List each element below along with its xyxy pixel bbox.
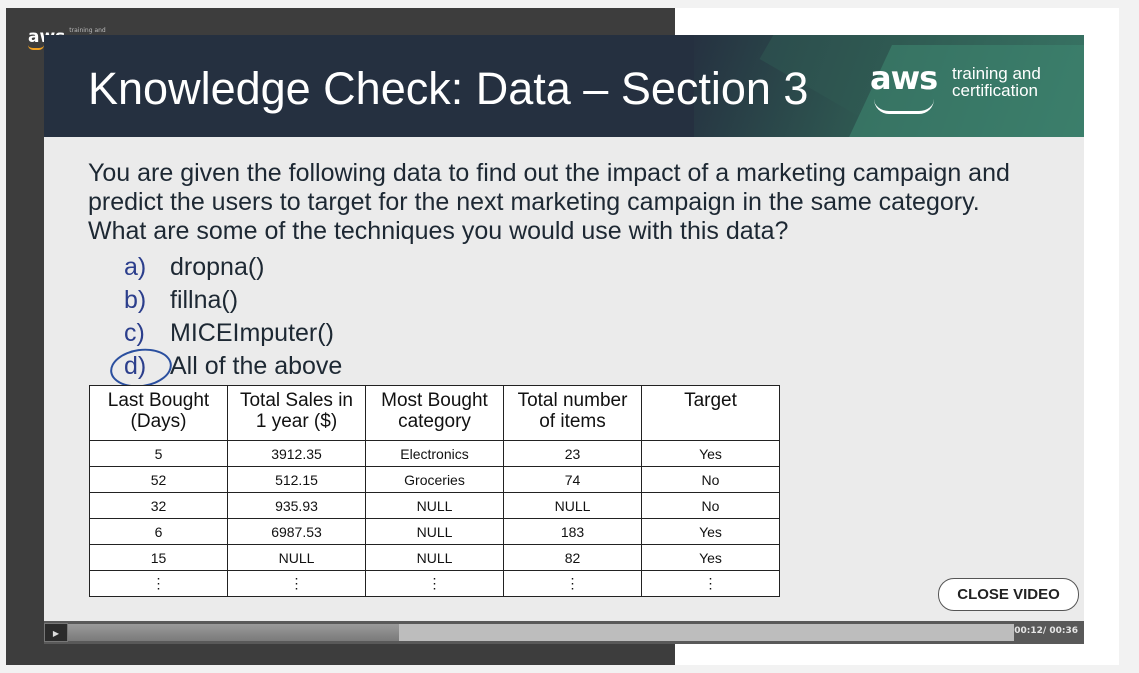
slide-title: Knowledge Check: Data – Section 3 xyxy=(88,63,809,114)
table-row: 6 6987.53 NULL 183 Yes xyxy=(89,518,780,545)
table-cell: 5 xyxy=(89,440,228,467)
table-cell: 52 xyxy=(89,466,228,493)
table-cell: Yes xyxy=(641,440,780,467)
play-icon: ▶ xyxy=(52,629,60,638)
option-letter: b) xyxy=(124,286,147,314)
table-cell: NULL xyxy=(227,544,366,571)
option-text: MICEImputer() xyxy=(170,319,334,347)
table-cell: 74 xyxy=(503,466,642,493)
table-row: 5 3912.35 Electronics 23 Yes xyxy=(89,440,780,467)
option-c: c) MICEImputer() xyxy=(124,317,342,350)
question-text: You are given the following data to find… xyxy=(88,159,1038,246)
aws-logo-line2: certification xyxy=(952,81,1038,100)
table-cell: 6987.53 xyxy=(227,518,366,545)
table-cell: ⋮ xyxy=(227,570,366,597)
table-cell: 512.15 xyxy=(227,466,366,493)
option-text: All of the above xyxy=(170,352,343,380)
table-row: 15 NULL NULL 82 Yes xyxy=(89,544,780,571)
answer-options: a) dropna() b) fillna() c) MICEImputer() d)… xyxy=(107,251,343,392)
table-cell: No xyxy=(641,492,780,519)
aws-logo-tagline: training and certification xyxy=(952,65,1041,99)
table-cell: Yes xyxy=(641,518,780,545)
question-prompt: What are some of the techniques you woul… xyxy=(88,217,789,245)
table-cell: ⋮ xyxy=(641,570,780,597)
option-text: fillna() xyxy=(170,286,239,314)
column-header: Total Sales in 1 year ($) xyxy=(227,385,366,441)
table-cell: 32 xyxy=(89,492,228,519)
table-cell: 82 xyxy=(503,544,642,571)
column-header: Most Bought category xyxy=(365,385,504,441)
option-text: dropna() xyxy=(170,253,265,281)
video-player-controls: ▶ 00:12/ 00:36 xyxy=(44,621,1084,644)
progress-bar-fill xyxy=(68,624,400,641)
table-cell: NULL xyxy=(365,492,504,519)
aws-logo-text: aws xyxy=(870,59,938,97)
table-row: ⋮ ⋮ ⋮ ⋮ ⋮ xyxy=(89,570,780,597)
column-header: Total number of items xyxy=(503,385,642,441)
time-readout: 00:12/ 00:36 xyxy=(1014,626,1078,636)
column-header: Last Bought (Days) xyxy=(89,385,228,441)
table-cell: 3912.35 xyxy=(227,440,366,467)
option-a: a) dropna() xyxy=(124,251,342,284)
table-cell: ⋮ xyxy=(89,570,228,597)
table-cell: NULL xyxy=(365,518,504,545)
table-cell: NULL xyxy=(503,492,642,519)
data-table: Last Bought (Days) Total Sales in 1 year (… xyxy=(89,385,780,597)
table-cell: 183 xyxy=(503,518,642,545)
aws-training-logo: aws training and certification xyxy=(870,59,1041,114)
table-cell: ⋮ xyxy=(503,570,642,597)
slide-header: Knowledge Check: Data – Section 3 aws tr… xyxy=(44,35,1084,137)
question-context: You are given the following data to find… xyxy=(88,159,1010,216)
table-cell: No xyxy=(641,466,780,493)
aws-logo-line1: training and xyxy=(952,64,1041,83)
aws-smile-icon xyxy=(28,45,44,50)
close-video-button[interactable]: CLOSE VIDEO xyxy=(938,578,1079,611)
table-cell: ⋮ xyxy=(365,570,504,597)
progress-bar[interactable] xyxy=(68,624,1014,641)
table-cell: 23 xyxy=(503,440,642,467)
option-letter: a) xyxy=(124,253,147,281)
table-row: 32 935.93 NULL NULL No xyxy=(89,492,780,519)
table-cell: 6 xyxy=(89,518,228,545)
aws-smile-icon xyxy=(874,99,934,114)
aws-background-logo-subtext: training and xyxy=(69,27,106,34)
video-slide[interactable]: Knowledge Check: Data – Section 3 aws tr… xyxy=(44,35,1084,621)
table-row: 52 512.15 Groceries 74 No xyxy=(89,466,780,493)
table-cell: Yes xyxy=(641,544,780,571)
table-cell: NULL xyxy=(365,544,504,571)
table-cell: 935.93 xyxy=(227,492,366,519)
option-b: b) fillna() xyxy=(124,284,342,317)
table-cell: Groceries xyxy=(365,466,504,493)
play-button[interactable]: ▶ xyxy=(44,623,68,642)
table-header-row: Last Bought (Days) Total Sales in 1 year (… xyxy=(89,385,780,441)
table-cell: 15 xyxy=(89,544,228,571)
table-cell: Electronics xyxy=(365,440,504,467)
column-header: Target xyxy=(641,385,780,441)
option-letter: c) xyxy=(124,319,145,347)
